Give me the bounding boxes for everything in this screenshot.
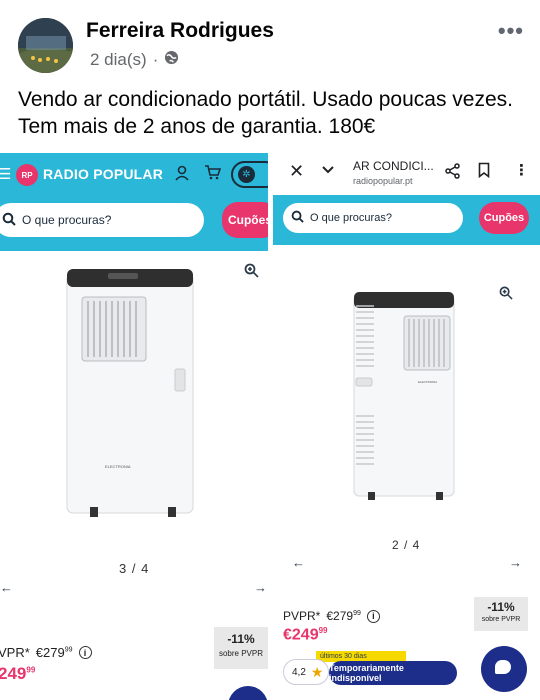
site-header: ☰ RP RADIO POPULAR ✲ O que procuras? Cup…: [0, 153, 268, 251]
info-icon[interactable]: i: [78, 646, 92, 659]
pvpr-label: PVPR*: [283, 609, 321, 623]
star-icon: ★: [310, 663, 324, 680]
current-price: 24999: [0, 664, 36, 683]
menu-icon[interactable]: ☰: [0, 165, 11, 183]
discount-sub: sobre PVPR: [218, 649, 264, 658]
pvpr-label: VPR*: [0, 645, 30, 660]
site-header: O que procuras? Cupões: [273, 195, 540, 245]
discount-badge: -11% sobre PVPR: [214, 627, 268, 669]
product-image[interactable]: ELECTRONIA: [346, 286, 466, 506]
chat-icon: [495, 660, 511, 674]
discount-percent: -11%: [487, 600, 515, 614]
more-vert-icon[interactable]: ⋮: [514, 161, 529, 179]
search-placeholder: O que procuras?: [310, 212, 392, 224]
post-header: Ferreira Rodrigues 2 dia(s) · •••: [0, 0, 540, 82]
discount-sub: sobre PVPR: [481, 616, 521, 623]
radio-popular-logo[interactable]: RP: [16, 164, 38, 186]
author-name[interactable]: Ferreira Rodrigues: [86, 19, 274, 43]
post-text: Vendo ar condicionado portátil. Usado po…: [18, 88, 513, 138]
arrow-left-icon[interactable]: ←: [292, 555, 305, 570]
arrow-right-icon[interactable]: →: [509, 555, 522, 570]
search-input[interactable]: O que procuras?: [283, 203, 463, 233]
user-icon[interactable]: [174, 165, 190, 185]
pvpr-value: €27999: [326, 609, 361, 623]
current-price: €24999: [283, 626, 328, 644]
product-image[interactable]: ELECTRONIA: [60, 263, 200, 523]
avatar[interactable]: [18, 18, 73, 73]
search-icon: [2, 212, 16, 229]
cart-icon[interactable]: [204, 164, 222, 184]
zoom-in-icon[interactable]: [244, 263, 259, 281]
chat-button-partial[interactable]: [228, 686, 268, 700]
image-pager: 2 / 4: [392, 538, 421, 552]
arrow-right-icon[interactable]: →: [254, 580, 267, 595]
page-title: AR CONDICI...: [353, 159, 434, 173]
info-icon[interactable]: i: [366, 609, 380, 623]
search-icon: [291, 210, 304, 226]
browser-toolbar: ✕ AR CONDICI... radiopopular.pt ⋮: [273, 153, 540, 195]
page-url: radiopopular.pt: [353, 176, 413, 186]
bookmark-icon[interactable]: [478, 162, 490, 181]
pvpr-price: PVPR* €27999 i: [283, 609, 380, 623]
zoom-in-icon[interactable]: [499, 286, 513, 303]
coupons-button[interactable]: Cupões: [222, 202, 268, 238]
search-input[interactable]: O que procuras?: [0, 203, 204, 237]
screenshot-right: ✕ AR CONDICI... radiopopular.pt ⋮ O que …: [273, 153, 540, 700]
pvpr-price: VPR* €27999 i: [0, 645, 92, 660]
site-name[interactable]: RADIO POPULAR: [43, 166, 163, 182]
pvpr-value: €27999: [35, 645, 73, 660]
lowest-price-note: últimos 30 dias: [320, 653, 367, 660]
rating-badge[interactable]: 4,2 ★: [283, 659, 329, 685]
unavailable-button[interactable]: Temporariamente indisponível: [329, 661, 457, 685]
meta-separator: ·: [152, 50, 159, 69]
site-topbar: ☰ RP RADIO POPULAR ✲: [0, 153, 268, 197]
rating-value: 4,2: [292, 666, 306, 678]
chat-button[interactable]: [481, 646, 527, 692]
post-time[interactable]: 2 dia(s): [90, 50, 147, 70]
post-meta: 2 dia(s) ·: [90, 50, 179, 70]
brand-label: ELECTRONIA: [418, 380, 437, 384]
more-options-icon[interactable]: •••: [498, 18, 524, 44]
chevron-down-icon[interactable]: [321, 162, 335, 179]
discount-percent: -11%: [227, 632, 255, 646]
globe-icon: [164, 50, 179, 70]
facebook-post: Ferreira Rodrigues 2 dia(s) · ••• Vendo …: [0, 0, 540, 700]
screenshot-left: ☰ RP RADIO POPULAR ✲ O que procuras? Cup…: [0, 153, 268, 700]
brand-label: ELECTRONIA: [105, 464, 131, 469]
image-pager: 3 / 4: [119, 561, 150, 576]
coupons-button[interactable]: Cupões: [479, 202, 529, 234]
share-icon[interactable]: [445, 163, 460, 182]
search-placeholder: O que procuras?: [22, 213, 112, 227]
theme-toggle[interactable]: ✲: [231, 161, 268, 188]
toggle-knob-icon: ✲: [238, 166, 255, 183]
discount-badge: -11% sobre PVPR: [474, 597, 528, 631]
close-icon[interactable]: ✕: [289, 161, 304, 182]
arrow-left-icon[interactable]: ←: [0, 580, 13, 595]
